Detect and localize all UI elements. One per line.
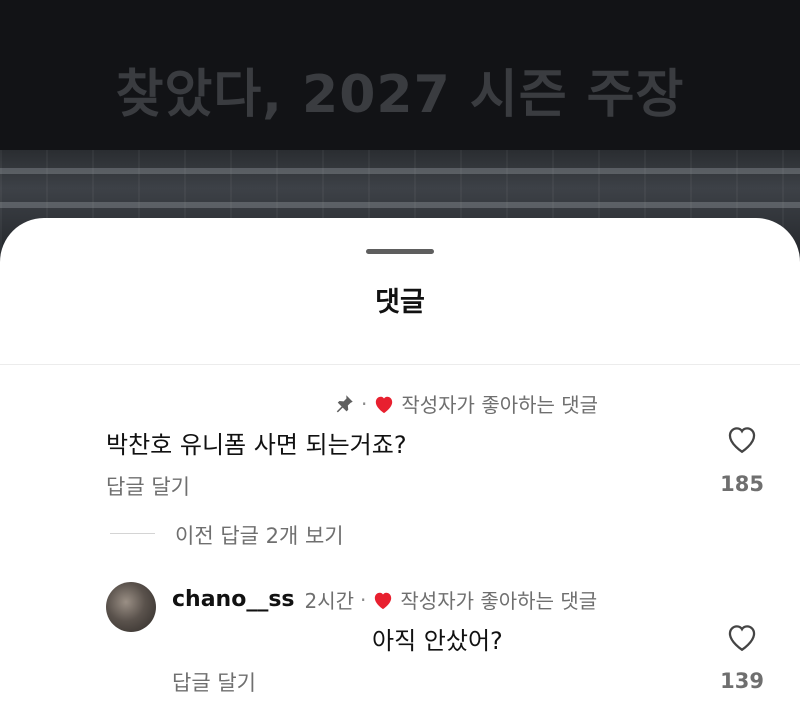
avatar[interactable] [106, 582, 156, 632]
username[interactable]: chano__ss [172, 587, 295, 612]
pin-icon [333, 393, 355, 415]
heart-filled-icon [372, 590, 394, 610]
like-count: 139 [720, 669, 764, 693]
replies-divider-line [110, 533, 155, 534]
like-count: 185 [720, 472, 764, 496]
view-previous-replies[interactable]: 이전 답글 2개 보기 [175, 520, 344, 550]
heart-outline-icon[interactable] [725, 621, 759, 653]
creator-liked-badge: 작성자가 좋아하는 댓글 [400, 589, 598, 613]
comment-meta: · 작성자가 좋아하는 댓글 [333, 389, 598, 418]
meta-separator: · [360, 587, 367, 612]
comment-meta: chano__ss 2시간 · 작성자가 좋아하는 댓글 [172, 585, 597, 614]
heart-outline-icon[interactable] [725, 423, 759, 455]
header-divider [0, 364, 800, 365]
video-title: 찾았다, 2027 시즌 주장 [115, 65, 685, 125]
meta-separator: · [361, 391, 368, 416]
sheet-grabber[interactable] [366, 249, 434, 254]
heart-filled-icon [373, 394, 395, 414]
creator-liked-badge: 작성자가 좋아하는 댓글 [401, 393, 599, 417]
comments-sheet: 댓글 · 작성자가 좋아하는 댓글 박찬호 유니폼 사면 되는거죠? 답글 달기… [0, 218, 800, 718]
comment-text: 아직 안샀어? [372, 627, 503, 655]
sheet-title: 댓글 [375, 287, 425, 318]
reply-button[interactable]: 답글 달기 [106, 471, 190, 501]
comment-time: 2시간 [304, 589, 355, 613]
comment-text: 박찬호 유니폼 사면 되는거죠? [106, 431, 407, 459]
reply-button[interactable]: 답글 달기 [172, 667, 256, 697]
